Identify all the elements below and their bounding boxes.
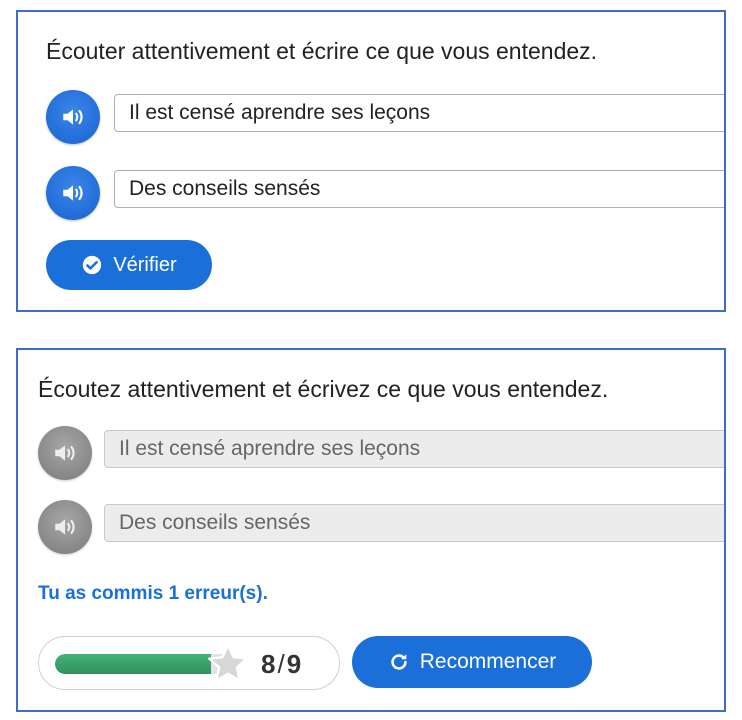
- score-total: 9: [286, 649, 302, 679]
- exercise-panel-before: Écouter attentivement et écrire ce que v…: [16, 10, 726, 312]
- speaker-icon-glyph: [63, 109, 83, 125]
- check-button-label: Vérifier: [113, 253, 177, 276]
- instruction-text: Écouter attentivement et écrire ce que v…: [46, 38, 598, 64]
- speaker-icon[interactable]: [38, 426, 92, 480]
- score-obtained: 8: [261, 649, 276, 679]
- score-box: 8/9: [38, 636, 340, 690]
- score-text: 8/9: [261, 649, 301, 680]
- check-circle-icon: [83, 255, 102, 275]
- answer-input[interactable]: Des conseils sensés: [114, 170, 724, 208]
- instruction-text: Écoutez attentivement et écrivez ce que …: [38, 376, 609, 402]
- speaker-icon[interactable]: [38, 500, 92, 554]
- speaker-icon-glyph: [63, 185, 83, 201]
- answer-row: Des conseils sensés: [18, 164, 724, 220]
- exercise-panel-after: Écoutez attentivement et écrivez ce que …: [16, 348, 726, 712]
- speaker-icon[interactable]: [46, 166, 100, 220]
- answer-input[interactable]: Il est censé aprendre ses leçons: [114, 94, 724, 132]
- speaker-icon-glyph: [55, 445, 75, 461]
- progress-fill: [55, 654, 212, 674]
- speaker-icon[interactable]: [46, 90, 100, 144]
- speaker-icon-glyph: [55, 519, 75, 535]
- check-button[interactable]: Vérifier: [46, 240, 212, 290]
- answer-input-disabled: Il est censé aprendre ses leçons: [104, 430, 724, 468]
- feedback-message: Tu as commis 1 erreur(s).: [38, 583, 268, 604]
- answer-row: Des conseils sensés: [18, 498, 724, 554]
- answer-row: Il est censé aprendre ses leçons: [18, 88, 724, 144]
- restart-button[interactable]: Recommencer: [352, 636, 592, 688]
- answer-row: Il est censé aprendre ses leçons: [18, 424, 724, 480]
- score-separator: /: [277, 649, 285, 679]
- restart-button-label: Recommencer: [419, 650, 557, 673]
- answer-input-disabled: Des conseils sensés: [104, 504, 724, 542]
- refresh-icon: [391, 654, 407, 670]
- star-icon: [208, 644, 248, 682]
